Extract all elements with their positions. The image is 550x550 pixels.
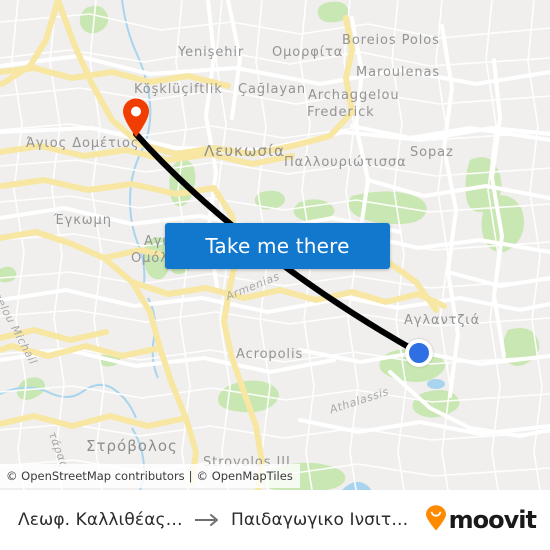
arrow-right-glyph	[194, 514, 218, 526]
attribution-openmaptiles[interactable]: © OpenMapTiles	[197, 469, 293, 483]
moovit-trip-map-screen: Yenişehir Ομορφίτα Boreios Polos Maroule…	[0, 0, 550, 550]
trip-destination-label[interactable]: Παιδαγωγικο Ινσιτουτο …	[231, 510, 415, 530]
moovit-wordmark: moovit	[448, 506, 537, 534]
moovit-pin-icon	[425, 505, 447, 535]
map-attribution: © OpenStreetMap contributors | © OpenMap…	[0, 464, 300, 488]
take-me-there-button[interactable]: Take me there	[165, 223, 390, 269]
moovit-logo[interactable]: moovit	[425, 505, 537, 535]
destination-pin-icon	[123, 98, 149, 137]
attribution-separator: |	[188, 469, 193, 483]
trip-origin-label[interactable]: Λεωφ. Καλλιθέας - Τα…	[18, 510, 185, 530]
moovit-pin-glyph	[425, 505, 446, 531]
trip-summary-bar: Λεωφ. Καλλιθέας - Τα… Παιδαγωγικο Ινσιτο…	[0, 490, 550, 550]
destination-pin[interactable]	[122, 98, 150, 138]
origin-dot[interactable]	[405, 339, 433, 367]
arrow-right-icon	[194, 513, 221, 527]
map-canvas[interactable]: Yenişehir Ομορφίτα Boreios Polos Maroule…	[0, 0, 550, 490]
attribution-osm[interactable]: © OpenStreetMap contributors	[6, 469, 185, 483]
trip-endpoints: Λεωφ. Καλλιθέας - Τα… Παιδαγωγικο Ινσιτο…	[18, 510, 415, 530]
